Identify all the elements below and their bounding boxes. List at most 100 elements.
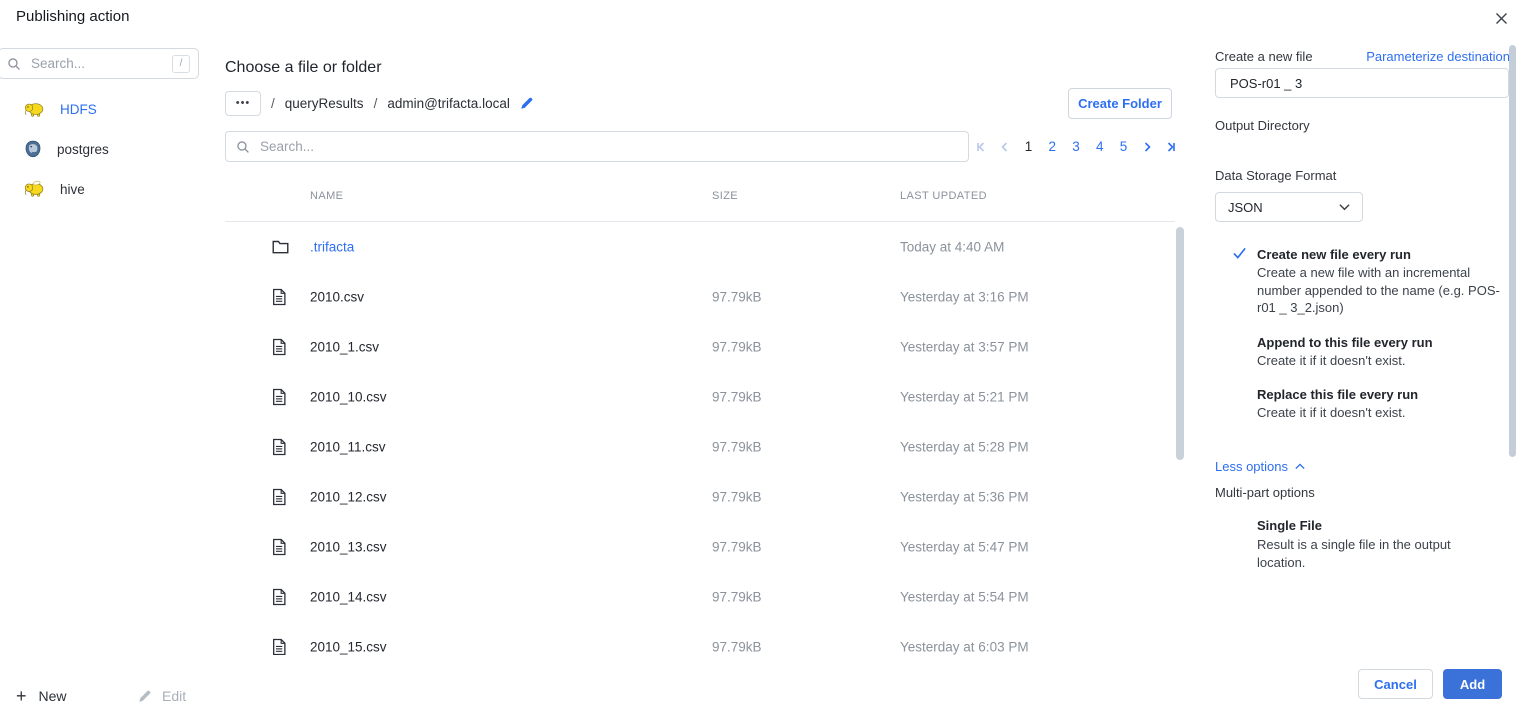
filename-input[interactable] [1228, 75, 1496, 92]
last-page-icon[interactable] [1164, 141, 1178, 153]
first-page-icon[interactable] [974, 141, 988, 153]
pencil-icon [138, 689, 152, 703]
breadcrumb-segment[interactable]: queryResults [285, 96, 364, 111]
create-file-label: Create a new file [1215, 49, 1313, 64]
page-number-1[interactable]: 1 [1022, 139, 1036, 154]
sidebar-item-hive[interactable]: hive [0, 169, 210, 209]
file-name[interactable]: 2010_15.csv [310, 640, 387, 655]
file-name[interactable]: .trifacta [310, 240, 354, 255]
hadoop-elephant-icon [24, 101, 45, 118]
page-number-3[interactable]: 3 [1069, 139, 1083, 154]
table-row[interactable]: 2010_10.csv 97.79kB Yesterday at 5:21 PM [225, 372, 1175, 422]
file-size: 97.79kB [712, 390, 762, 405]
new-button[interactable]: + New [16, 682, 67, 710]
less-options-label: Less options [1215, 459, 1288, 474]
file-size: 97.79kB [712, 640, 762, 655]
file-updated: Yesterday at 5:36 PM [900, 490, 1029, 505]
file-updated: Yesterday at 5:47 PM [900, 540, 1029, 555]
column-header-name[interactable]: NAME [310, 190, 343, 202]
breadcrumb-segment[interactable]: admin@trifacta.local [387, 96, 510, 111]
storage-format-select[interactable]: JSON [1215, 192, 1363, 222]
table-row[interactable]: .trifacta Today at 4:40 AM [225, 222, 1175, 272]
option-create-new-file[interactable]: Create new file every run Create a new f… [1234, 246, 1510, 317]
create-folder-button[interactable]: Create Folder [1068, 88, 1172, 119]
filename-field[interactable] [1215, 68, 1509, 98]
page-number-4[interactable]: 4 [1093, 139, 1107, 154]
close-x-glyph [1494, 11, 1509, 26]
page-title: Choose a file or folder [225, 59, 382, 77]
option-single-file[interactable]: Single File Result is a single file in t… [1257, 517, 1487, 571]
file-icon [272, 389, 286, 406]
file-name[interactable]: 2010_11.csv [310, 440, 386, 455]
breadcrumb: ••• / queryResults / admin@trifacta.loca… [225, 90, 534, 116]
table-row[interactable]: 2010_1.csv 97.79kB Yesterday at 3:57 PM [225, 322, 1175, 372]
option-description: Result is a single file in the output lo… [1257, 536, 1487, 571]
sidebar-item-label: hive [60, 182, 85, 197]
cancel-button[interactable]: Cancel [1358, 669, 1433, 699]
option-description: Create it if it doesn't exist. [1257, 404, 1509, 422]
hive-bee-icon [24, 180, 45, 198]
table-row[interactable]: 2010_14.csv 97.79kB Yesterday at 5:54 PM [225, 572, 1175, 622]
file-list-scrollbar[interactable] [1176, 227, 1184, 460]
file-name[interactable]: 2010_10.csv [310, 390, 387, 405]
pencil-icon [520, 96, 534, 110]
file-updated: Yesterday at 3:16 PM [900, 290, 1029, 305]
option-title: Single File [1257, 517, 1487, 534]
file-name[interactable]: 2010_1.csv [310, 340, 379, 355]
connection-list: HDFS postgres hive [0, 89, 210, 209]
previous-page-icon[interactable] [998, 141, 1012, 153]
parameterize-destination-link[interactable]: Parameterize destination [1353, 49, 1510, 64]
search-icon [7, 57, 21, 71]
table-row[interactable]: 2010_15.csv 97.79kB Yesterday at 6:03 PM [225, 622, 1175, 655]
option-append-file[interactable]: Append to this file every run Create it … [1234, 334, 1510, 370]
file-name[interactable]: 2010_13.csv [310, 540, 387, 555]
file-name[interactable]: 2010_12.csv [310, 490, 387, 505]
edit-button-label: Edit [162, 688, 186, 704]
file-size: 97.79kB [712, 340, 762, 355]
table-row[interactable]: 2010_12.csv 97.79kB Yesterday at 5:36 PM [225, 472, 1175, 522]
write-options: Create new file every run Create a new f… [1234, 246, 1510, 439]
option-description: Create a new file with an incremental nu… [1257, 264, 1509, 317]
sidebar-search[interactable]: / [0, 48, 199, 79]
breadcrumb-ellipsis-button[interactable]: ••• [225, 91, 261, 116]
sidebar-item-postgres[interactable]: postgres [0, 129, 210, 169]
table-header: NAME SIZE LAST UPDATED [225, 190, 1175, 208]
column-header-size[interactable]: SIZE [712, 190, 738, 202]
close-icon[interactable] [1490, 7, 1512, 29]
table-row[interactable]: 2010_11.csv 97.79kB Yesterday at 5:28 PM [225, 422, 1175, 472]
file-name[interactable]: 2010_14.csv [310, 590, 387, 605]
file-icon [272, 589, 286, 606]
chevron-up-icon [1295, 463, 1305, 470]
table-row[interactable]: 2010.csv 97.79kB Yesterday at 3:16 PM [225, 272, 1175, 322]
checkmark-icon [1232, 246, 1247, 263]
multipart-options-label: Multi-part options [1215, 485, 1315, 500]
file-icon [272, 439, 286, 456]
file-icon [272, 539, 286, 556]
folder-icon [272, 240, 289, 254]
panel-scrollbar[interactable] [1509, 45, 1516, 457]
page-number-5[interactable]: 5 [1117, 139, 1131, 154]
table-row[interactable]: 2010_13.csv 97.79kB Yesterday at 5:47 PM [225, 522, 1175, 572]
next-page-icon[interactable] [1140, 141, 1154, 153]
edit-path-button[interactable] [520, 96, 534, 110]
output-directory-label: Output Directory [1215, 118, 1310, 133]
page-number-2[interactable]: 2 [1045, 139, 1059, 154]
file-name[interactable]: 2010.csv [310, 290, 364, 305]
option-replace-file[interactable]: Replace this file every run Create it if… [1234, 386, 1510, 422]
less-options-toggle[interactable]: Less options [1215, 459, 1305, 474]
pagination: 1 2 3 4 5 [974, 131, 1178, 162]
file-updated: Today at 4:40 AM [900, 240, 1004, 255]
option-title: Create new file every run [1257, 246, 1510, 263]
plus-icon: + [16, 687, 27, 705]
file-updated: Yesterday at 6:03 PM [900, 640, 1029, 655]
sidebar-search-input[interactable] [29, 55, 172, 72]
file-search-input[interactable] [258, 138, 958, 155]
edit-button[interactable]: Edit [138, 682, 186, 710]
sidebar-item-hdfs[interactable]: HDFS [0, 89, 210, 129]
column-header-last-updated[interactable]: LAST UPDATED [900, 190, 987, 202]
new-button-label: New [39, 688, 67, 704]
file-search[interactable] [225, 131, 969, 162]
add-button[interactable]: Add [1443, 669, 1502, 699]
file-size: 97.79kB [712, 590, 762, 605]
storage-format-value: JSON [1228, 200, 1263, 215]
